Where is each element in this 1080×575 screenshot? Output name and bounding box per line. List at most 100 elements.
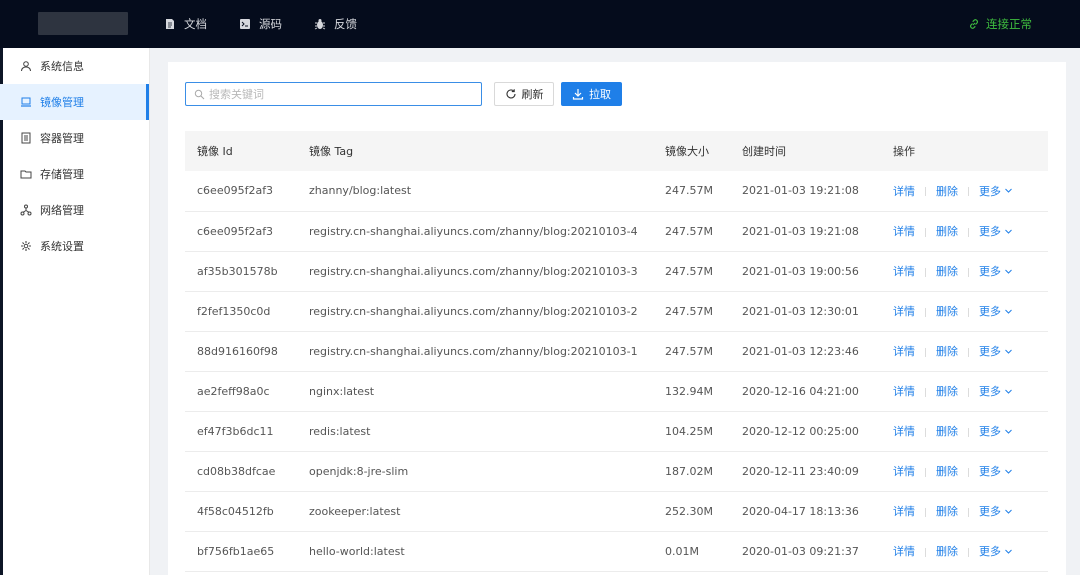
more-dropdown[interactable]: 更多 <box>979 463 1013 479</box>
image-size-cell: 252.30M <box>665 504 713 518</box>
more-label: 更多 <box>979 545 1001 558</box>
delete-link[interactable]: 删除 <box>936 345 958 358</box>
sidebar-item-label: 系统信息 <box>40 60 84 73</box>
more-dropdown[interactable]: 更多 <box>979 503 1013 519</box>
image-id-cell: af35b301578b <box>197 264 278 278</box>
table-row: cd08b38dfcae openjdk:8-jre-slim 187.02M 202… <box>185 451 1048 491</box>
more-dropdown[interactable]: 更多 <box>979 423 1013 439</box>
refresh-button[interactable]: 刷新 <box>494 82 554 106</box>
pull-label: 拉取 <box>589 88 611 101</box>
more-label: 更多 <box>979 505 1001 518</box>
sidebar-item-network[interactable]: 网络管理 <box>0 192 149 228</box>
nav-source[interactable]: 源码 <box>239 16 282 32</box>
terminal-icon <box>239 18 251 30</box>
detail-link[interactable]: 详情 <box>893 425 915 438</box>
more-label: 更多 <box>979 465 1001 478</box>
more-dropdown[interactable]: 更多 <box>979 383 1013 399</box>
table-header-row: 镜像 Id 镜像 Tag 镜像大小 创建时间 操作 <box>185 131 1048 171</box>
delete-link[interactable]: 删除 <box>936 425 958 438</box>
image-created-cell: 2021-01-03 19:21:08 <box>742 224 859 238</box>
table-row: bf756fb1ae65 hello-world:latest 0.01M 2020-… <box>185 531 1048 571</box>
detail-link[interactable]: 详情 <box>893 465 915 478</box>
image-created-cell: 2020-01-03 09:21:37 <box>742 544 859 558</box>
detail-link[interactable]: 详情 <box>893 345 915 358</box>
detail-link[interactable]: 详情 <box>893 225 915 238</box>
nav-feedback[interactable]: 反馈 <box>314 16 357 32</box>
image-tag-cell: openjdk:8-jre-slim <box>309 464 409 478</box>
detail-link[interactable]: 详情 <box>893 505 915 518</box>
image-id-cell: c6ee095f2af3 <box>197 184 274 198</box>
detail-link[interactable]: 详情 <box>893 385 915 398</box>
actions-cell: 详情 删除 更多 <box>881 331 1048 371</box>
chevron-down-icon <box>1004 467 1013 476</box>
image-id-cell: ef47f3b6dc11 <box>197 424 274 438</box>
image-size-cell: 247.57M <box>665 304 713 318</box>
image-tag-cell: registry.cn-shanghai.aliyuncs.com/zhanny… <box>309 264 638 278</box>
network-icon <box>20 204 32 216</box>
image-id-cell: ae2feff98a0c <box>197 384 270 398</box>
delete-link[interactable]: 删除 <box>936 225 958 238</box>
search-box[interactable] <box>185 82 482 106</box>
nav-feedback-label: 反馈 <box>334 17 357 31</box>
image-size-cell: 104.25M <box>665 424 713 438</box>
detail-link[interactable]: 详情 <box>893 265 915 278</box>
image-size-cell: 247.57M <box>665 224 713 238</box>
table-row: c6ee095f2af3 zhanny/blog:latest 247.57M 202… <box>185 171 1048 211</box>
more-dropdown[interactable]: 更多 <box>979 183 1013 199</box>
delete-link[interactable]: 删除 <box>936 465 958 478</box>
more-dropdown[interactable]: 更多 <box>979 303 1013 319</box>
link-icon <box>968 18 980 30</box>
image-tag-cell: hello-world:latest <box>309 544 405 558</box>
delete-link[interactable]: 删除 <box>936 305 958 318</box>
sidebar-item-settings[interactable]: 系统设置 <box>0 228 149 264</box>
nav-source-label: 源码 <box>259 17 282 31</box>
delete-link[interactable]: 删除 <box>936 265 958 278</box>
search-input[interactable] <box>209 87 469 101</box>
download-icon <box>572 88 584 100</box>
image-tag-cell: redis:latest <box>309 424 371 438</box>
action-divider <box>968 267 969 277</box>
more-dropdown[interactable]: 更多 <box>979 263 1013 279</box>
sidebar-item-images[interactable]: 镜像管理 <box>0 84 149 120</box>
image-size-cell: 187.02M <box>665 464 713 478</box>
sidebar: 系统信息 镜像管理 容器管理 存储管理 网络管理 系统设置 <box>0 48 150 575</box>
image-id-cell: 4f58c04512fb <box>197 504 274 518</box>
delete-link[interactable]: 删除 <box>936 185 958 198</box>
nav-docs[interactable]: 文档 <box>164 16 207 32</box>
chevron-down-icon <box>1004 427 1013 436</box>
action-divider <box>925 267 926 277</box>
actions-cell: 详情 删除 更多 <box>881 371 1048 411</box>
action-divider <box>968 187 969 197</box>
chevron-down-icon <box>1004 186 1013 195</box>
action-divider <box>925 387 926 397</box>
sidebar-item-storage[interactable]: 存储管理 <box>0 156 149 192</box>
delete-link[interactable]: 删除 <box>936 385 958 398</box>
image-table: 镜像 Id 镜像 Tag 镜像大小 创建时间 操作 c6ee095f2af3 zh… <box>185 131 1048 572</box>
table-row: c6ee095f2af3 registry.cn-shanghai.aliyunc… <box>185 211 1048 251</box>
sidebar-item-containers[interactable]: 容器管理 <box>0 120 149 156</box>
sidebar-item-label: 网络管理 <box>40 204 84 217</box>
app-logo[interactable] <box>38 12 128 35</box>
image-tag-cell: nginx:latest <box>309 384 375 398</box>
delete-link[interactable]: 删除 <box>936 505 958 518</box>
detail-link[interactable]: 详情 <box>893 545 915 558</box>
more-label: 更多 <box>979 345 1001 358</box>
more-dropdown[interactable]: 更多 <box>979 223 1013 239</box>
action-divider <box>925 547 926 557</box>
detail-link[interactable]: 详情 <box>893 305 915 318</box>
more-label: 更多 <box>979 265 1001 278</box>
action-divider <box>968 307 969 317</box>
search-icon <box>194 89 205 100</box>
actions-cell: 详情 删除 更多 <box>881 491 1048 531</box>
sidebar-item-system-info[interactable]: 系统信息 <box>0 48 149 84</box>
column-header-id: 镜像 Id <box>197 145 233 158</box>
detail-link[interactable]: 详情 <box>893 185 915 198</box>
delete-link[interactable]: 删除 <box>936 545 958 558</box>
actions-cell: 详情 删除 更多 <box>881 291 1048 331</box>
image-id-cell: bf756fb1ae65 <box>197 544 275 558</box>
more-dropdown[interactable]: 更多 <box>979 343 1013 359</box>
pull-button[interactable]: 拉取 <box>561 82 622 106</box>
sidebar-item-label: 容器管理 <box>40 132 84 145</box>
more-dropdown[interactable]: 更多 <box>979 543 1013 559</box>
image-tag-cell: registry.cn-shanghai.aliyuncs.com/zhanny… <box>309 224 638 238</box>
